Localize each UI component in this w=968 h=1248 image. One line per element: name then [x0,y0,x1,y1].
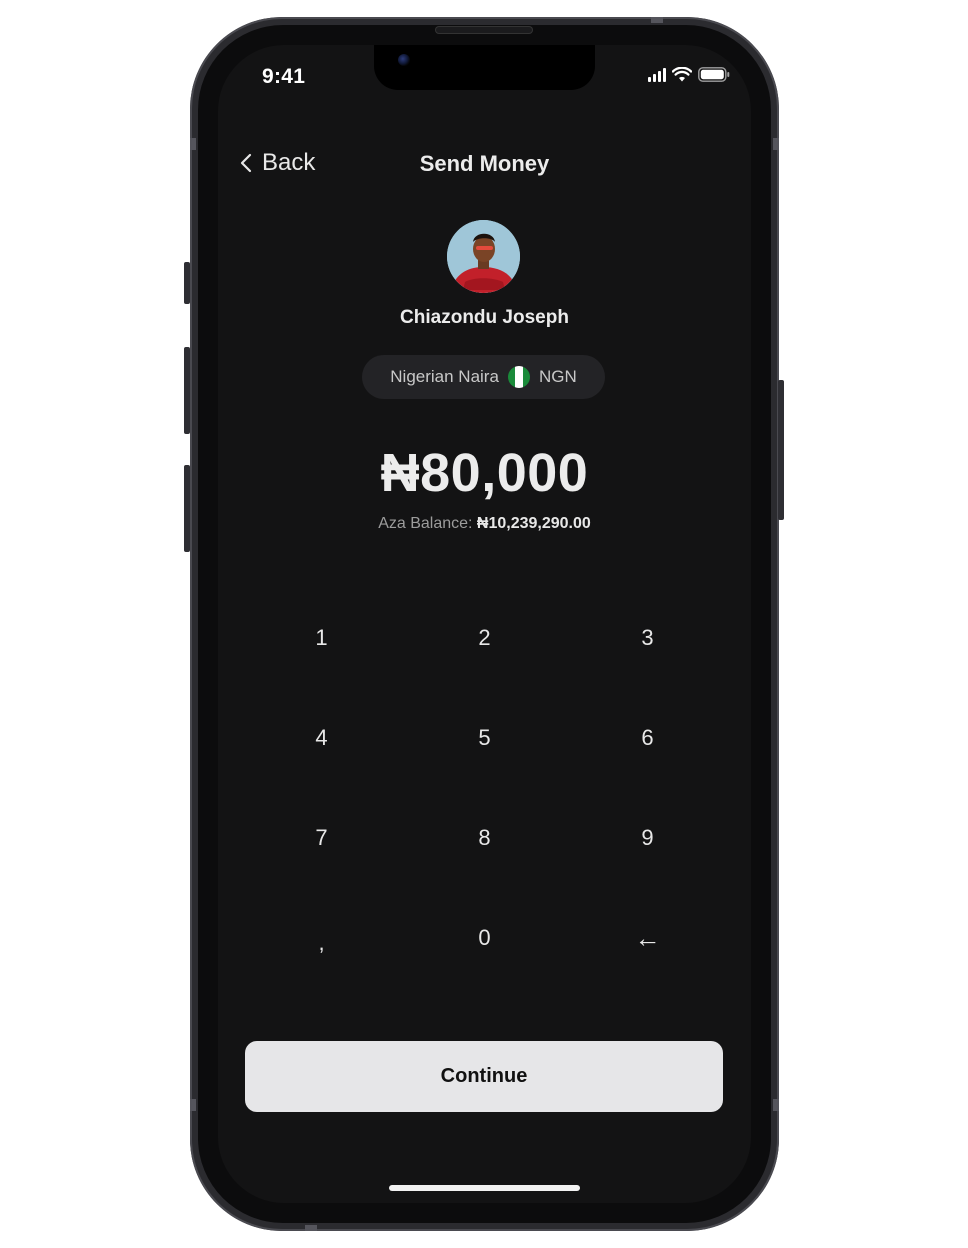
nigeria-flag-icon [507,366,530,388]
key-8[interactable]: 8 [403,788,566,888]
key-2[interactable]: 2 [403,588,566,688]
key-6[interactable]: 6 [566,688,729,788]
front-camera [398,54,410,66]
antenna-band [773,138,779,150]
volume-down-button [184,465,190,552]
page-title: Send Money [419,151,550,176]
key-comma[interactable]: , [240,888,403,988]
antenna-band [190,138,196,150]
currency-code: NGN [538,367,577,386]
key-4[interactable]: 4 [240,688,403,788]
notch [374,45,595,90]
recipient-avatar [447,220,520,293]
key-3[interactable]: 3 [566,588,729,688]
recipient-name: Chiazondu Joseph [400,307,569,328]
key-7[interactable]: 7 [240,788,403,888]
battery-icon [698,67,730,82]
cellular-signal-icon [648,67,666,82]
antenna-band [773,1099,779,1111]
continue-button[interactable]: Continue [245,1041,723,1112]
numeric-keypad: 1 2 3 4 5 6 7 8 9 , 0 ← [240,588,729,988]
earpiece-speaker [435,26,533,34]
key-backspace[interactable]: ← [566,888,729,988]
balance-value: ₦10,239,290.00 [476,515,591,532]
amount-display: ₦80,000 [380,443,589,503]
key-0[interactable]: 0 [403,888,566,988]
avatar-photo [447,220,520,293]
balance-row: Aza Balance: ₦10,239,290.00 [218,515,751,533]
key-1[interactable]: 1 [240,588,403,688]
antenna-band [651,17,663,23]
status-icons [648,67,730,82]
key-9[interactable]: 9 [566,788,729,888]
balance-label: Aza Balance: [378,515,473,532]
key-5[interactable]: 5 [403,688,566,788]
send-money-screen: 9:41 Back Send Money Chiazondu Joseph Ni… [218,45,751,1203]
status-time: 9:41 [262,65,306,88]
wifi-icon [672,67,692,82]
power-button [778,380,784,520]
antenna-band [305,1225,317,1231]
antenna-band [190,1099,196,1111]
home-indicator[interactable] [389,1185,580,1191]
volume-up-button [184,347,190,434]
currency-name: Nigerian Naira [390,367,499,386]
currency-selector[interactable]: Nigerian Naira NGN [362,355,605,399]
mute-switch [184,262,190,304]
